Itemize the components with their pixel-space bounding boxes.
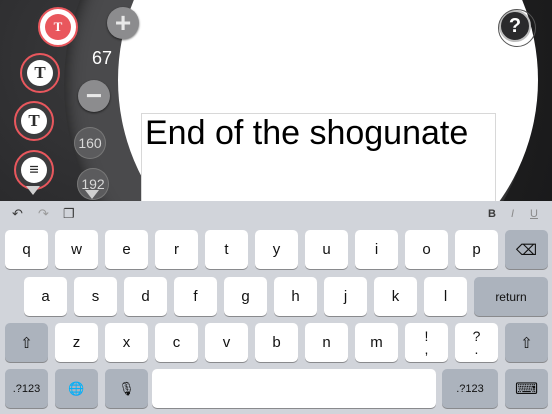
key-l[interactable]: l — [424, 277, 467, 316]
backspace-key[interactable]: ⌫ — [505, 230, 548, 269]
alignment-tool-button[interactable]: ≡ — [14, 150, 54, 190]
hide-keyboard-icon[interactable]: ⌨ — [505, 369, 548, 408]
return-key[interactable]: return — [474, 277, 548, 316]
key-a[interactable]: a — [24, 277, 67, 316]
key-f[interactable]: f — [174, 277, 217, 316]
italic-button[interactable]: I — [511, 208, 514, 220]
key-z[interactable]: z — [55, 323, 98, 362]
text-style-tool-button[interactable]: T — [14, 101, 54, 141]
onscreen-keyboard: ↶ ↷ ❐ B I U q w e r t y u i o p ⌫ a s d … — [0, 201, 552, 414]
key-n[interactable]: n — [305, 323, 348, 362]
key-e[interactable]: e — [105, 230, 148, 269]
dropdown-arrow-icon — [26, 186, 40, 195]
shift-right-key[interactable]: ⇧ — [505, 323, 548, 362]
text-effect-icon: T — [27, 60, 53, 86]
key-c[interactable]: c — [155, 323, 198, 362]
redo-icon[interactable]: ↷ — [38, 206, 49, 222]
font-size-value: 67 — [92, 48, 113, 68]
key-d[interactable]: d — [124, 277, 167, 316]
key-t[interactable]: t — [205, 230, 248, 269]
key-w[interactable]: w — [55, 230, 98, 269]
keyboard-shortcut-bar: ↶ ↷ ❐ B I U — [0, 201, 552, 227]
key-y[interactable]: y — [255, 230, 298, 269]
key-period-label: . — [474, 340, 479, 357]
key-p[interactable]: p — [455, 230, 498, 269]
help-button[interactable]: ? — [498, 9, 536, 47]
key-k[interactable]: k — [374, 277, 417, 316]
size-preset-160[interactable]: 160 — [74, 127, 106, 159]
key-q[interactable]: q — [5, 230, 48, 269]
decrease-size-button[interactable]: − — [78, 80, 110, 112]
key-u[interactable]: u — [305, 230, 348, 269]
numbers-right-key[interactable]: .?123 — [442, 369, 498, 408]
globe-icon[interactable]: 🌐 — [55, 369, 98, 408]
undo-icon[interactable]: ↶ — [12, 206, 23, 222]
text-effect-tool-button[interactable]: T — [20, 53, 60, 93]
shift-left-key[interactable]: ⇧ — [5, 323, 48, 362]
key-g[interactable]: g — [224, 277, 267, 316]
numbers-left-key[interactable]: .?123 — [5, 369, 48, 408]
font-icon: T — [45, 14, 71, 40]
key-exclaim-comma[interactable]: ! , — [405, 323, 448, 362]
key-comma-label: , — [424, 340, 429, 357]
key-b[interactable]: b — [255, 323, 298, 362]
app-canvas-area: End of the shogunate T T T ≡ + 67 − 160 … — [0, 0, 552, 201]
key-s[interactable]: s — [74, 277, 117, 316]
key-i[interactable]: i — [355, 230, 398, 269]
increase-size-button[interactable]: + — [107, 7, 139, 39]
space-bar[interactable] — [152, 369, 436, 408]
key-o[interactable]: o — [405, 230, 448, 269]
dropdown-arrow-icon — [85, 190, 99, 199]
key-m[interactable]: m — [355, 323, 398, 362]
canvas-text[interactable]: End of the shogunate — [145, 114, 468, 153]
paste-icon[interactable]: ❐ — [63, 206, 75, 222]
key-x[interactable]: x — [105, 323, 148, 362]
underline-button[interactable]: U — [530, 208, 538, 220]
key-v[interactable]: v — [205, 323, 248, 362]
key-r[interactable]: r — [155, 230, 198, 269]
font-tool-button[interactable]: T — [38, 7, 78, 47]
bold-button[interactable]: B — [488, 208, 496, 220]
microphone-icon[interactable]: 🎙 — [105, 369, 148, 408]
key-h[interactable]: h — [274, 277, 317, 316]
key-j[interactable]: j — [324, 277, 367, 316]
align-icon: ≡ — [21, 157, 47, 183]
key-question-period[interactable]: ? . — [455, 323, 498, 362]
text-style-icon: T — [21, 108, 47, 134]
